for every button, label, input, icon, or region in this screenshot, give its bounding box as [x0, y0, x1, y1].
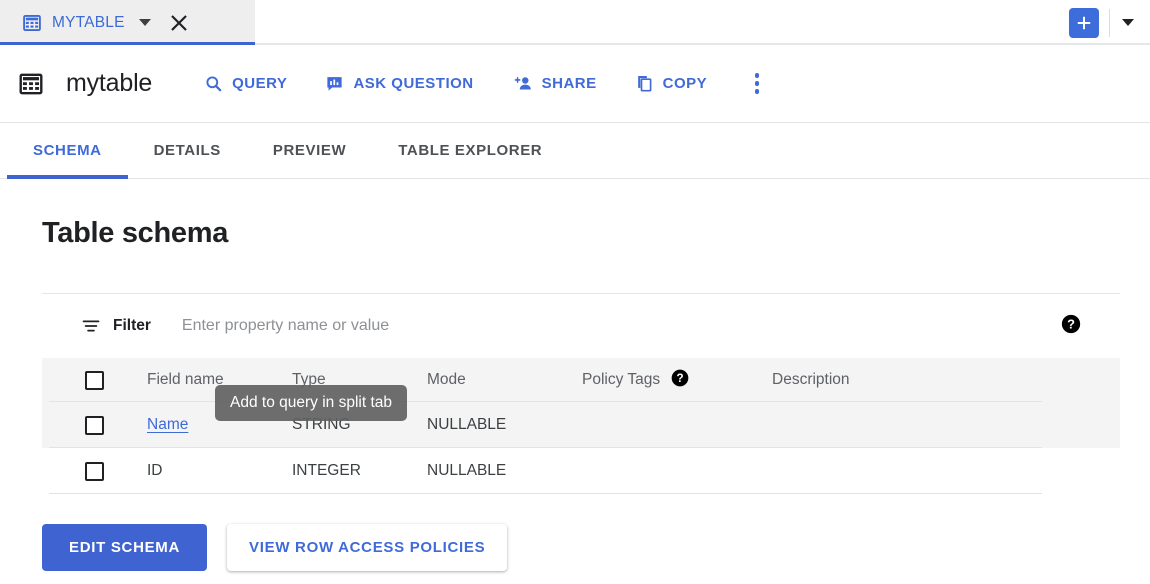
- cell-mode: NULLABLE: [427, 462, 582, 480]
- query-button-label: QUERY: [232, 75, 287, 92]
- tab-table-explorer[interactable]: TABLE EXPLORER: [372, 123, 568, 178]
- schema-table: Field name Type Mode Policy Tags ? Descr…: [42, 358, 1120, 494]
- tab-schema-label: SCHEMA: [33, 142, 102, 159]
- filter-label[interactable]: Filter: [81, 316, 151, 336]
- cell-type: INTEGER: [292, 462, 427, 480]
- chevron-down-icon[interactable]: [1122, 19, 1134, 26]
- toolbar-divider: [1109, 9, 1110, 37]
- schema-panel: Table schema Filter ? Field name Type: [0, 217, 1150, 571]
- tab-details[interactable]: DETAILS: [128, 123, 247, 178]
- tab-details-label: DETAILS: [154, 142, 221, 159]
- filter-input[interactable]: [180, 316, 704, 336]
- svg-text:?: ?: [1067, 316, 1075, 331]
- add-tab-button[interactable]: [1069, 8, 1099, 38]
- table-icon: [18, 71, 44, 97]
- help-icon[interactable]: ?: [670, 368, 690, 393]
- tab-preview-label: PREVIEW: [273, 142, 346, 159]
- cell-mode: NULLABLE: [427, 416, 582, 434]
- tab-strip-actions: [1069, 0, 1150, 45]
- table-header-row: Field name Type Mode Policy Tags ? Descr…: [42, 358, 1120, 402]
- row-checkbox[interactable]: [42, 416, 147, 435]
- column-header-description[interactable]: Description: [772, 371, 1012, 389]
- column-header-mode[interactable]: Mode: [427, 371, 582, 389]
- checkbox-box: [85, 462, 104, 481]
- ask-question-button-label: ASK QUESTION: [353, 75, 473, 92]
- document-tab-mytable[interactable]: MYTABLE: [0, 0, 255, 45]
- section-heading: Table schema: [42, 217, 1150, 250]
- tab-schema[interactable]: SCHEMA: [7, 123, 128, 178]
- toolbar-actions: QUERY ASK QUESTION SHARE: [204, 71, 769, 97]
- edit-schema-button[interactable]: EDIT SCHEMA: [42, 524, 207, 571]
- chevron-down-icon[interactable]: [139, 19, 151, 26]
- checkbox-box: [85, 416, 104, 435]
- plus-icon: [1075, 14, 1093, 32]
- field-name-link[interactable]: Name: [147, 416, 188, 433]
- table-icon: [22, 13, 42, 33]
- copy-button[interactable]: COPY: [635, 74, 708, 93]
- active-tab-underline: [0, 42, 255, 45]
- table-row[interactable]: Name STRING NULLABLE: [42, 402, 1120, 448]
- filter-icon: [81, 316, 101, 336]
- tooltip: Add to query in split tab: [215, 385, 407, 421]
- row-checkbox[interactable]: [42, 462, 147, 481]
- schema-actions: EDIT SCHEMA VIEW ROW ACCESS POLICIES: [42, 524, 1150, 571]
- close-icon[interactable]: [168, 12, 190, 34]
- document-tab-label: MYTABLE: [52, 14, 125, 32]
- filter-label-text: Filter: [113, 317, 151, 335]
- section-tabs: SCHEMA DETAILS PREVIEW TABLE EXPLORER: [0, 123, 1150, 179]
- checkbox-box: [85, 371, 104, 390]
- tab-table-explorer-label: TABLE EXPLORER: [398, 142, 542, 159]
- window-tab-strip: MYTABLE: [0, 0, 1150, 45]
- filter-bar: Filter ?: [42, 294, 1120, 358]
- query-button[interactable]: QUERY: [204, 74, 287, 93]
- svg-text:?: ?: [677, 372, 684, 385]
- view-row-access-policies-button[interactable]: VIEW ROW ACCESS POLICIES: [227, 524, 507, 571]
- table-row[interactable]: ID INTEGER NULLABLE: [42, 448, 1120, 494]
- chat-chart-icon: [325, 74, 344, 93]
- column-header-policy-tags-label: Policy Tags: [582, 371, 660, 389]
- page-title: mytable: [66, 69, 152, 98]
- column-header-policy-tags[interactable]: Policy Tags ?: [582, 368, 772, 393]
- kebab-menu-icon[interactable]: [745, 71, 769, 97]
- share-button-label: SHARE: [542, 75, 597, 92]
- copy-icon: [635, 74, 654, 93]
- copy-button-label: COPY: [663, 75, 708, 92]
- person-add-icon: [512, 74, 533, 93]
- search-icon: [204, 74, 223, 93]
- help-icon[interactable]: ?: [1060, 313, 1082, 340]
- select-all-checkbox[interactable]: [42, 371, 147, 390]
- tab-strip-bottom-border: [255, 43, 1150, 45]
- ask-question-button[interactable]: ASK QUESTION: [325, 74, 473, 93]
- cell-field-name[interactable]: ID: [147, 462, 292, 480]
- share-button[interactable]: SHARE: [512, 74, 597, 93]
- entity-toolbar: mytable QUERY ASK QUESTION: [0, 45, 1150, 123]
- tab-preview[interactable]: PREVIEW: [247, 123, 372, 178]
